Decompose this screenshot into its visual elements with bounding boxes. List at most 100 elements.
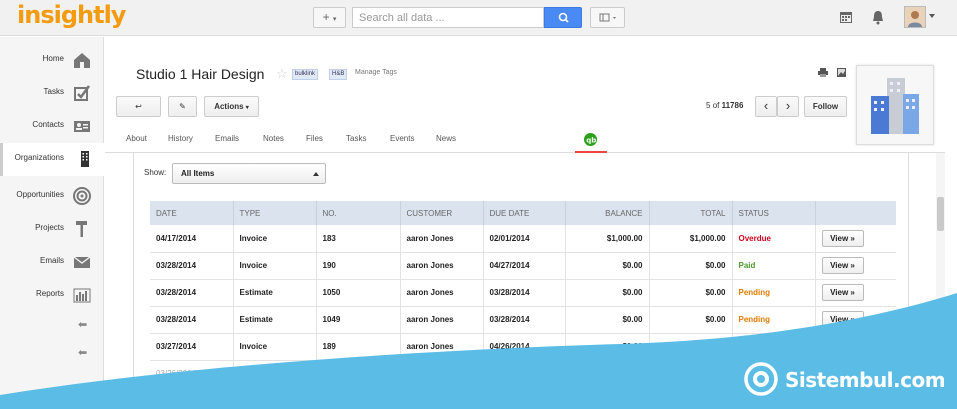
avatar[interactable] xyxy=(904,6,926,28)
scrollbar-thumb[interactable] xyxy=(937,197,944,231)
view-grid-icon xyxy=(599,13,616,22)
column-header-customer[interactable]: CUSTOMER xyxy=(400,201,484,225)
show-filter-label: Show: xyxy=(144,168,167,177)
sidebar-item-emails[interactable]: Emails xyxy=(0,246,104,278)
plus-icon: + xyxy=(322,10,330,24)
column-header-due-date[interactable]: DUE DATE xyxy=(483,201,566,225)
cell-no: 190 xyxy=(316,252,401,280)
pager-total: 11786 xyxy=(721,101,744,110)
sidebar-item-label: Reports xyxy=(35,289,64,298)
cell-type: Estimate xyxy=(233,306,317,334)
sidebar-item-label: Contacts xyxy=(32,120,64,129)
back-button[interactable]: ↩ xyxy=(116,96,161,117)
column-header-no[interactable]: NO. xyxy=(316,201,401,225)
column-header-date[interactable]: DATE xyxy=(150,201,234,225)
tab-about[interactable]: About xyxy=(126,134,147,143)
image-icon[interactable] xyxy=(837,68,846,77)
bell-icon[interactable] xyxy=(871,10,885,25)
cell-customer: aaron Jones xyxy=(400,360,484,388)
status-badge: Paid xyxy=(732,252,816,280)
view-button[interactable]: View » xyxy=(821,338,864,355)
sidebar-item-reports[interactable]: Reports xyxy=(0,279,104,311)
view-button[interactable]: View » xyxy=(821,311,864,328)
sidebar-item-tasks[interactable]: Tasks xyxy=(0,77,104,109)
column-header-type[interactable]: TYPE xyxy=(233,201,317,225)
column-header-balance[interactable]: BALANCE xyxy=(565,201,650,225)
cell-date: 03/28/2014 xyxy=(150,306,234,334)
add-new-button[interactable]: + ▾ xyxy=(313,7,346,28)
chevron-down-icon: ▾ xyxy=(245,105,249,111)
view-switcher-button[interactable] xyxy=(590,7,625,28)
previous-record-button[interactable]: ‹ xyxy=(755,96,777,117)
search-input[interactable] xyxy=(352,7,544,28)
search-button[interactable] xyxy=(544,7,582,28)
tab-emails[interactable]: Emails xyxy=(215,134,239,143)
cell-type: Estimate xyxy=(233,279,317,307)
contacts-icon xyxy=(74,121,90,132)
view-button[interactable]: View » xyxy=(821,257,864,274)
status-badge: Pending xyxy=(732,279,816,307)
sidebar: Home Tasks Contacts Organizations Opport… xyxy=(0,37,104,409)
cell-balance: $0.00 xyxy=(565,252,650,280)
column-header-total[interactable]: TOTAL xyxy=(649,201,733,225)
sidebar-item-label: Projects xyxy=(35,223,64,232)
bar-chart-icon xyxy=(73,288,91,303)
sidebar-item-contacts[interactable]: Contacts xyxy=(0,110,104,142)
sidebar-item-home[interactable]: Home xyxy=(0,44,104,76)
cell-total: $0.00 xyxy=(649,279,733,307)
cell-date: 03/28/2014 xyxy=(150,252,234,280)
tab-events[interactable]: Events xyxy=(390,134,414,143)
cell-balance: $0.00 xyxy=(565,306,650,334)
cell-date: 03/28/2014 xyxy=(150,279,234,307)
tab-news[interactable]: News xyxy=(436,134,456,143)
tab-notes[interactable]: Notes xyxy=(263,134,284,143)
tab-files[interactable]: Files xyxy=(306,134,323,143)
tag-badge[interactable]: bulklink xyxy=(292,69,319,80)
follow-button[interactable]: Follow xyxy=(804,96,847,117)
envelope-icon xyxy=(73,256,91,268)
tab-history[interactable]: History xyxy=(168,134,193,143)
next-record-button[interactable]: › xyxy=(777,96,799,117)
cell-no: 1049 xyxy=(316,306,401,334)
table-row: 03/28/2014 Estimate 1049 aaron Jones 03/… xyxy=(150,306,896,334)
tab-quickbooks[interactable]: qb xyxy=(575,127,607,153)
app-logo[interactable]: insightly xyxy=(17,1,126,29)
cell-date: 03/27/2014 xyxy=(150,333,234,361)
view-button[interactable]: View » xyxy=(821,284,864,301)
cell-due-date: 04/27/2014 xyxy=(483,252,566,280)
cell-total: $0.00 xyxy=(649,252,733,280)
star-icon[interactable]: ☆ xyxy=(276,66,288,82)
cell-customer: aaron Jones xyxy=(400,252,484,280)
actions-dropdown[interactable]: Actions ▾ xyxy=(204,96,259,117)
edit-button[interactable]: ✎ xyxy=(168,96,197,117)
home-icon xyxy=(74,53,90,68)
manage-tags-link[interactable]: Manage Tags xyxy=(355,69,397,76)
view-button[interactable]: View » xyxy=(821,229,864,247)
cell-no: 1050 xyxy=(316,279,401,307)
cell-total: $0.00 xyxy=(649,360,733,388)
sidebar-item-projects[interactable]: Projects xyxy=(0,213,104,245)
arrow-left-icon[interactable]: ⬅ xyxy=(78,318,88,331)
show-filter-value: All Items xyxy=(181,169,215,178)
tag-badge[interactable]: H&B xyxy=(329,69,348,80)
chevron-down-icon[interactable] xyxy=(929,14,935,18)
sidebar-item-organizations[interactable]: Organizations xyxy=(0,143,104,176)
arrow-left-icon[interactable]: ⬅ xyxy=(78,346,88,359)
cell-due-date: 03/28/2014 xyxy=(483,306,566,334)
show-filter-select[interactable]: All Items xyxy=(172,163,326,184)
hammer-icon xyxy=(76,221,87,237)
tab-tasks[interactable]: Tasks xyxy=(346,134,366,143)
cell-type: Invoice xyxy=(233,252,317,280)
print-icon[interactable] xyxy=(818,68,828,77)
sidebar-item-opportunities[interactable]: Opportunities xyxy=(0,180,104,212)
cell-date: 03/26/2014 xyxy=(150,360,234,388)
cell-no: 188 xyxy=(316,360,401,388)
calendar-icon[interactable] xyxy=(839,10,853,24)
table-row: 03/28/2014 Invoice 190 aaron Jones 04/27… xyxy=(150,252,896,280)
cell-total: $1,000.00 xyxy=(649,225,733,253)
tasks-icon xyxy=(74,85,91,101)
cell-customer: aaron Jones xyxy=(400,333,484,361)
column-header-status[interactable]: STATUS xyxy=(732,201,816,225)
cell-customer: aaron Jones xyxy=(400,225,484,253)
svg-text:qb: qb xyxy=(586,136,596,144)
